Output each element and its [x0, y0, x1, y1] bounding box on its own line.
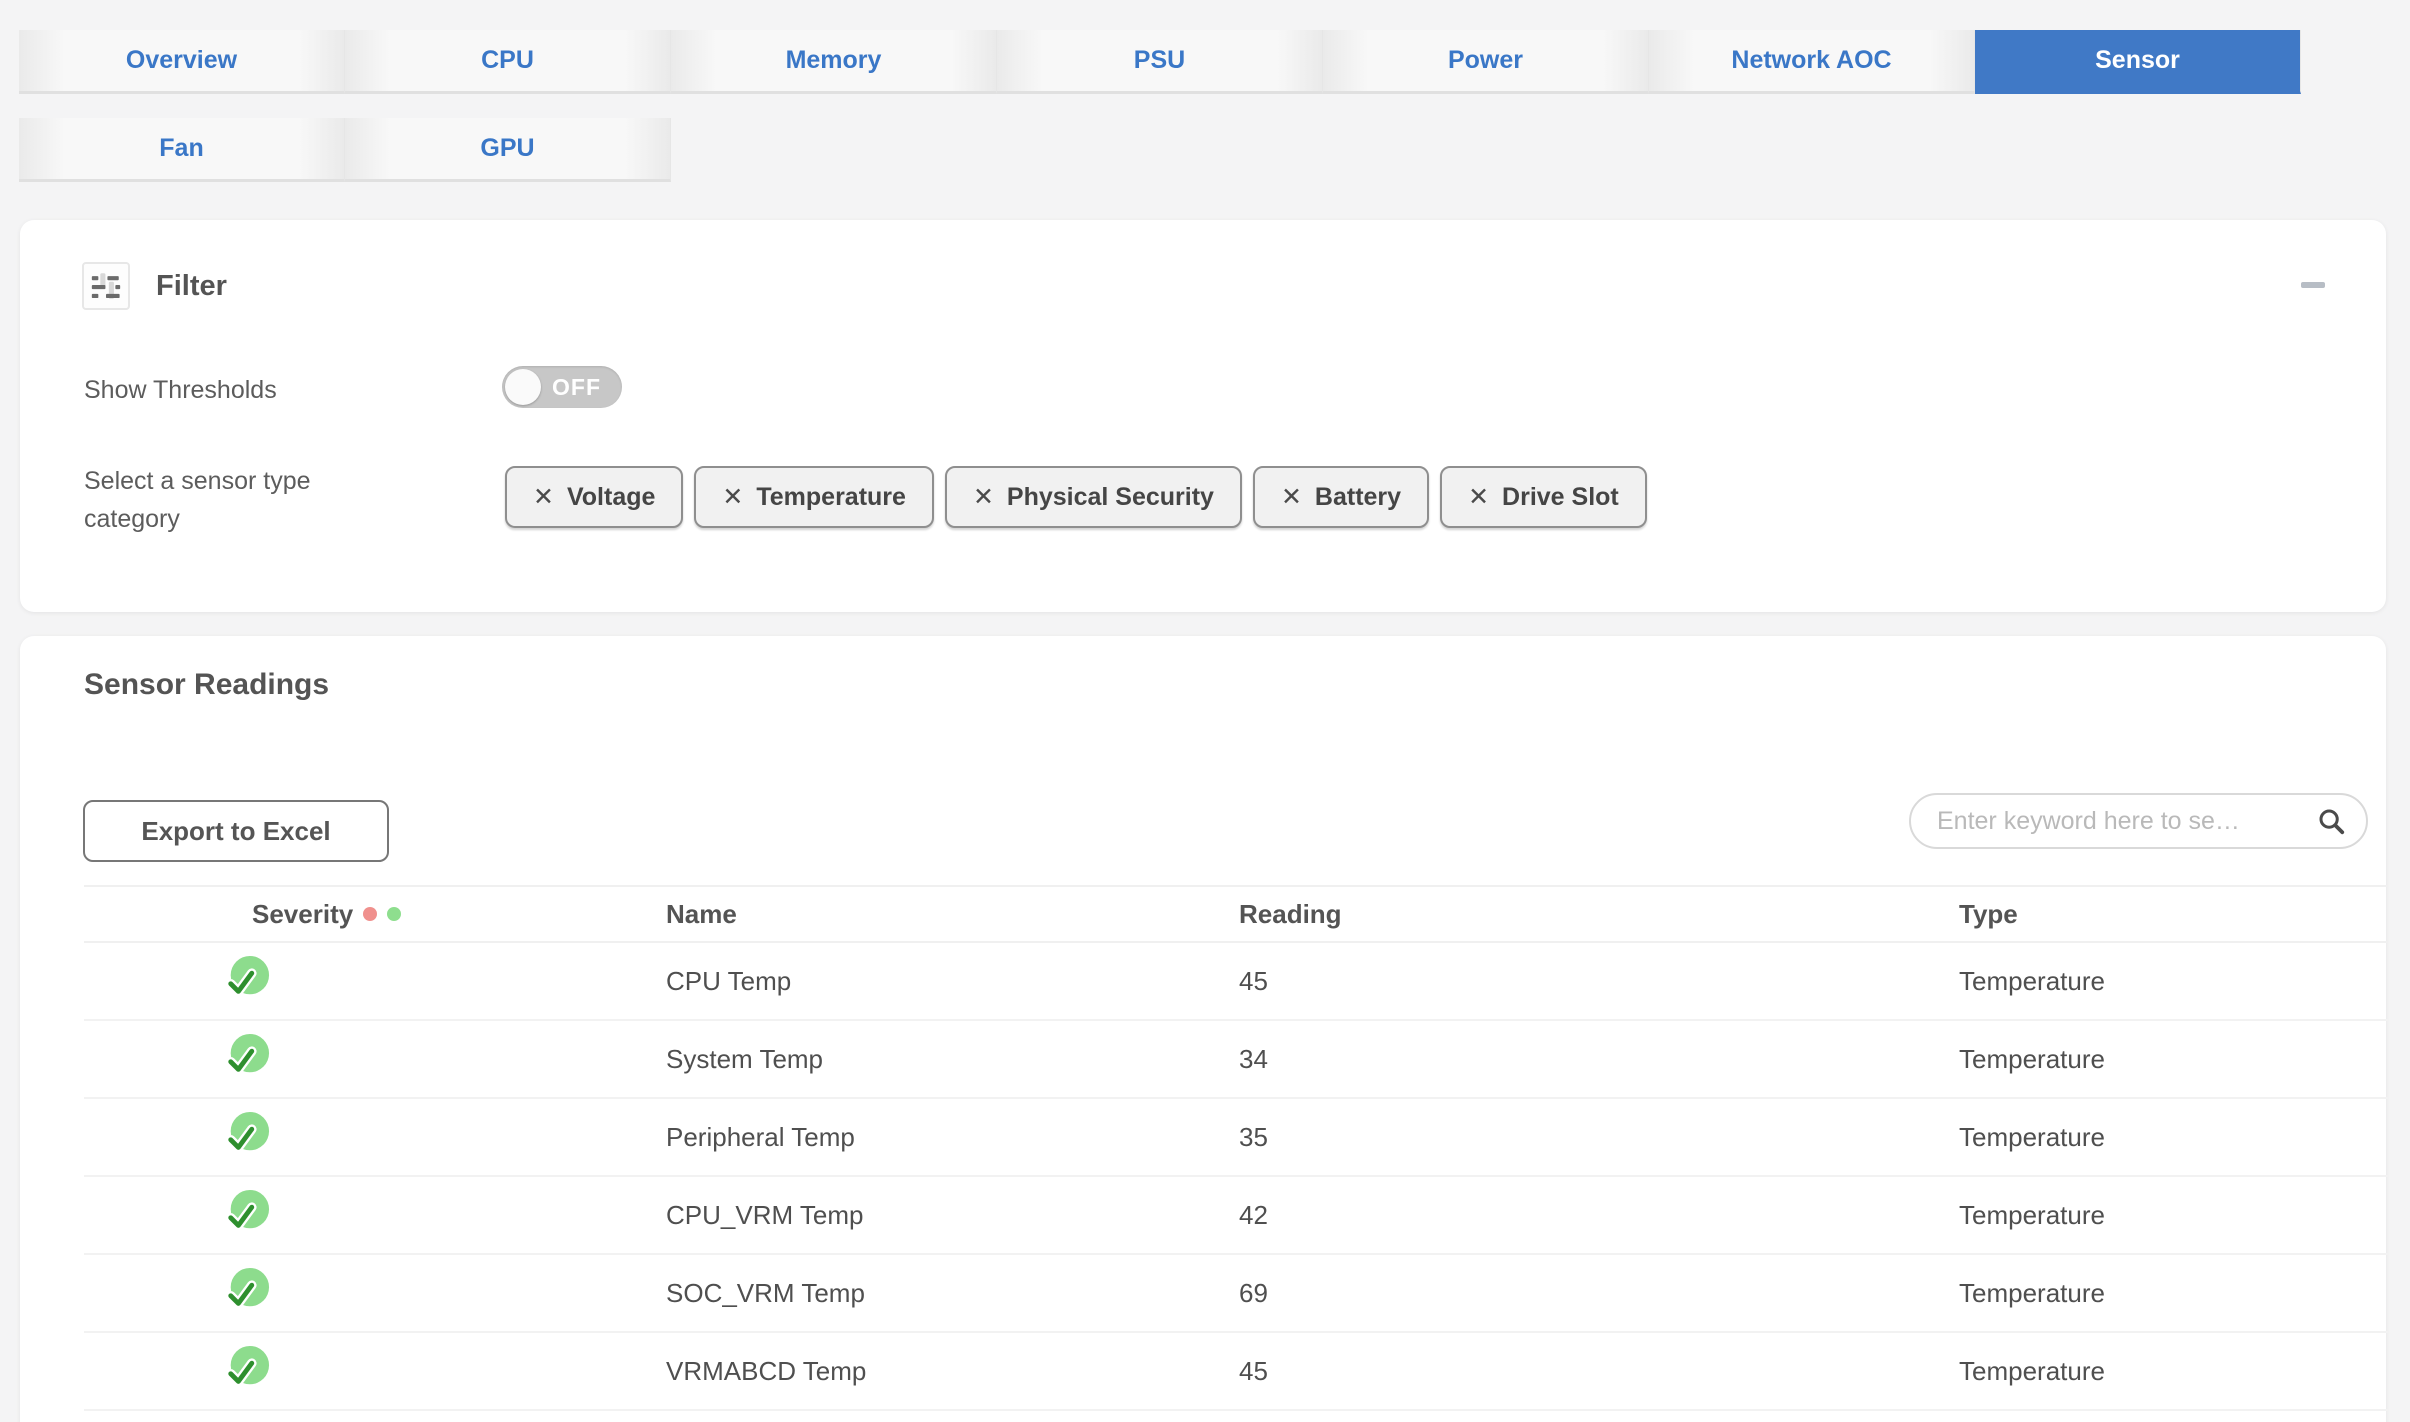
export-to-excel-button[interactable]: Export to Excel	[83, 800, 389, 862]
column-header-name: Name	[666, 898, 737, 929]
ok-legend-dot	[387, 907, 402, 921]
chip-battery[interactable]: ✕ Battery	[1252, 466, 1430, 528]
filter-panel: Filter Show Thresholds OFF Select a sens…	[20, 220, 2386, 612]
sensor-reading: 69	[1239, 1277, 1268, 1308]
tab-memory[interactable]: Memory	[671, 30, 997, 94]
sensor-name: VRMABCD Temp	[666, 1355, 867, 1386]
table-row[interactable]: CPU Temp 45 Temperature	[84, 943, 2388, 1021]
table-row[interactable]: System Temp 34 Temperature	[84, 1021, 2388, 1099]
table-row[interactable]: CPU_VRM Temp 42 Temperature	[84, 1177, 2388, 1255]
toggle-state-label: OFF	[552, 373, 601, 400]
tab-bar-row1: Overview CPU Memory PSU Power Network AO…	[19, 30, 2301, 94]
show-thresholds-toggle[interactable]: OFF	[502, 366, 622, 408]
magnifier-icon[interactable]	[2316, 806, 2346, 841]
tab-overview[interactable]: Overview	[19, 30, 345, 94]
ok-status-icon	[224, 1267, 270, 1320]
sensor-table: Severity Name Reading Type CPU Temp 45 T…	[84, 885, 2388, 1411]
remove-chip-icon[interactable]: ✕	[973, 482, 994, 512]
show-thresholds-label: Show Thresholds	[84, 376, 277, 404]
chip-voltage[interactable]: ✕ Voltage	[505, 466, 684, 528]
search-box	[1909, 793, 2368, 849]
ok-status-icon	[224, 955, 270, 1008]
sensor-name: CPU_VRM Temp	[666, 1199, 864, 1230]
column-header-severity: Severity	[84, 899, 666, 930]
sensor-type: Temperature	[1959, 1355, 2105, 1386]
toggle-knob	[505, 369, 541, 405]
sensor-reading: 45	[1239, 965, 1268, 996]
tab-sensor[interactable]: Sensor	[1975, 30, 2301, 94]
minus-icon	[2301, 282, 2325, 288]
remove-chip-icon[interactable]: ✕	[722, 482, 743, 512]
sensor-reading: 34	[1239, 1043, 1268, 1074]
ok-status-icon	[224, 1111, 270, 1164]
tab-psu[interactable]: PSU	[997, 30, 1323, 94]
sensor-name: CPU Temp	[666, 965, 792, 996]
sensor-readings-title: Sensor Readings	[84, 668, 330, 701]
chip-drive-slot[interactable]: ✕ Drive Slot	[1440, 466, 1647, 528]
table-row[interactable]: SOC_VRM Temp 69 Temperature	[84, 1255, 2388, 1333]
sensor-type: Temperature	[1959, 1121, 2105, 1152]
sensor-category-chips: ✕ Voltage ✕ Temperature ✕ Physical Secur…	[505, 466, 1647, 528]
sensor-type: Temperature	[1959, 1277, 2105, 1308]
collapse-filter-button[interactable]	[2298, 270, 2328, 300]
remove-chip-icon[interactable]: ✕	[533, 482, 554, 512]
tab-fan[interactable]: Fan	[19, 118, 345, 182]
tab-gpu[interactable]: GPU	[345, 118, 671, 182]
alert-legend-dot	[363, 907, 378, 921]
tab-network-aoc[interactable]: Network AOC	[1649, 30, 1975, 94]
chip-temperature[interactable]: ✕ Temperature	[694, 466, 934, 528]
sensor-type: Temperature	[1959, 1199, 2105, 1230]
search-input[interactable]	[1909, 793, 2368, 849]
column-header-reading: Reading	[1239, 898, 1342, 929]
sensor-readings-panel: Sensor Readings Export to Excel Severity…	[20, 636, 2388, 1422]
table-row[interactable]: Peripheral Temp 35 Temperature	[84, 1099, 2388, 1177]
tab-bar-row2: Fan GPU	[19, 118, 671, 182]
sensor-reading: 42	[1239, 1199, 1268, 1230]
sensor-reading: 35	[1239, 1121, 1268, 1152]
sensor-name: SOC_VRM Temp	[666, 1277, 865, 1308]
sliders-icon	[82, 262, 130, 310]
filter-title: Filter	[156, 269, 227, 302]
filter-header: Filter	[82, 262, 227, 310]
chip-physical-security[interactable]: ✕ Physical Security	[944, 466, 1242, 528]
remove-chip-icon[interactable]: ✕	[1468, 482, 1489, 512]
tab-cpu[interactable]: CPU	[345, 30, 671, 94]
sensor-category-label: Select a sensor type category	[84, 467, 311, 533]
sensor-name: System Temp	[666, 1043, 824, 1074]
column-header-type: Type	[1959, 898, 2018, 929]
ok-status-icon	[224, 1345, 270, 1398]
table-row[interactable]: VRMABCD Temp 45 Temperature	[84, 1333, 2388, 1411]
sensor-reading: 45	[1239, 1355, 1268, 1386]
ok-status-icon	[224, 1189, 270, 1242]
sensor-type: Temperature	[1959, 965, 2105, 996]
sensor-type: Temperature	[1959, 1043, 2105, 1074]
tab-power[interactable]: Power	[1323, 30, 1649, 94]
remove-chip-icon[interactable]: ✕	[1281, 482, 1302, 512]
table-header-row: Severity Name Reading Type	[84, 885, 2388, 943]
ok-status-icon	[224, 1033, 270, 1086]
page: Overview CPU Memory PSU Power Network AO…	[0, 0, 2410, 1422]
sensor-name: Peripheral Temp	[666, 1121, 855, 1152]
